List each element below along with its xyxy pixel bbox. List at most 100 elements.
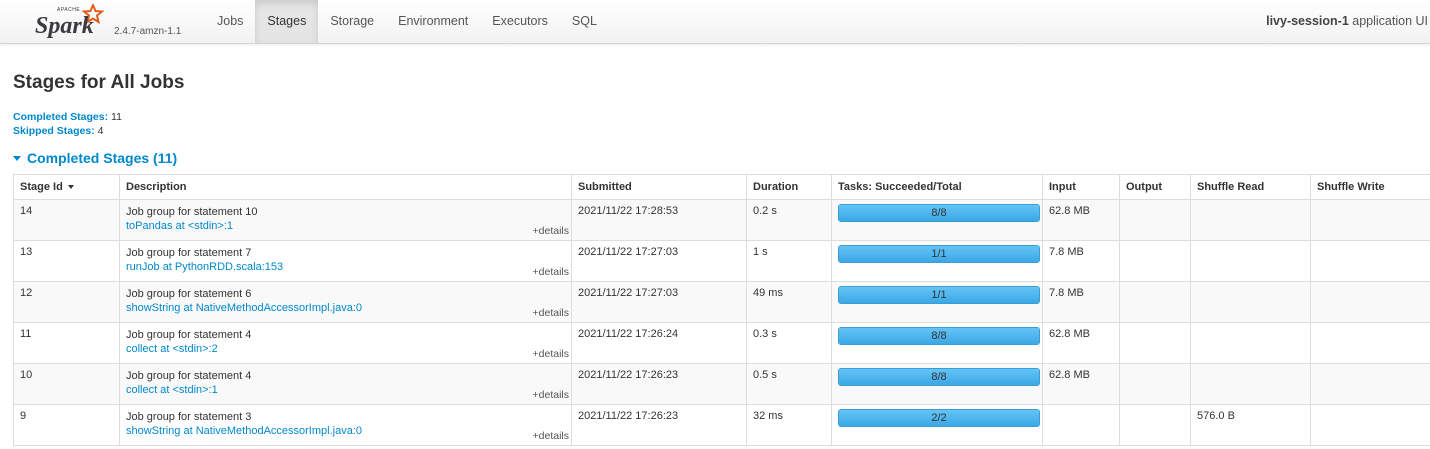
column-header-label: Input [1049,181,1076,193]
nav-tab-sql[interactable]: SQL [560,0,609,43]
stage-id-cell: 13 [13,240,120,282]
details-toggle[interactable]: +details [533,225,569,237]
task-progress-bar: 8/8 [838,204,1040,222]
shuffle-write-cell [1310,363,1430,405]
stage-link[interactable]: toPandas at <stdin>:1 [126,219,565,233]
table-body: 14 Job group for statement 10 toPandas at … [13,199,1430,446]
app-name: livy-session-1 [1266,14,1349,28]
tasks-count: 2/2 [931,412,947,424]
task-progress-bar: 1/1 [838,286,1040,304]
skipped-stages-count: 4 [97,125,104,137]
stage-id-cell: 10 [13,363,120,405]
spark-logo: APACHE Spark [35,4,105,38]
stage-link[interactable]: collect at <stdin>:1 [126,383,565,397]
table-row: 10 Job group for statement 4 collect at <s… [13,363,1430,405]
nav-tab-storage[interactable]: Storage [318,0,386,43]
duration-cell: 0.3 s [746,322,832,364]
spark-logo-link[interactable]: APACHE Spark 2.4.7-amzn-1.1 [33,2,183,42]
column-header-label: Output [1126,181,1163,193]
completed-stages-summary: Completed Stages: 11 [13,110,122,124]
nav-tab-environment[interactable]: Environment [386,0,480,43]
details-toggle[interactable]: +details [533,430,569,442]
column-header-tasks-succeeded-total[interactable]: Tasks: Succeeded/Total [831,174,1043,200]
column-header-description[interactable]: Description [119,174,572,200]
column-header-label: Shuffle Write [1317,181,1385,193]
column-header-input[interactable]: Input [1042,174,1120,200]
tasks-count: 1/1 [931,248,947,260]
input-cell [1042,404,1120,446]
details-toggle[interactable]: +details [533,348,569,360]
table-row: 9 Job group for statement 3 showString at … [13,404,1430,446]
description-cell: Job group for statement 10 toPandas at <s… [119,199,572,241]
submitted-cell: 2021/11/22 17:28:53 [571,199,747,241]
description-cell: Job group for statement 4 collect at <std… [119,322,572,364]
completed-stages-table: Stage Id Description Submitted Duration Task… [13,174,1430,446]
job-group-text: Job group for statement 10 [126,206,258,218]
stage-link[interactable]: collect at <stdin>:2 [126,342,565,356]
job-group-text: Job group for statement 7 [126,247,252,259]
stage-id-cell: 9 [13,404,120,446]
column-header-label: Tasks: Succeeded/Total [838,181,962,193]
sort-descending-icon [67,185,74,190]
tasks-cell: 8/8 [831,322,1043,364]
shuffle-read-cell: 576.0 B [1190,404,1311,446]
tasks-cell: 1/1 [831,240,1043,282]
column-header-duration[interactable]: Duration [746,174,832,200]
skipped-stages-link[interactable]: Skipped Stages: [13,125,95,137]
output-cell [1119,240,1191,282]
column-header-label: Submitted [578,181,632,193]
description-cell: Job group for statement 3 showString at N… [119,404,572,446]
output-cell [1119,404,1191,446]
stage-id-cell: 14 [13,199,120,241]
submitted-cell: 2021/11/22 17:26:24 [571,322,747,364]
column-header-output[interactable]: Output [1119,174,1191,200]
nav-tab-stages[interactable]: Stages [255,0,319,43]
column-header-label: Shuffle Read [1197,181,1265,193]
input-cell: 7.8 MB [1042,240,1120,282]
shuffle-read-cell [1190,322,1311,364]
output-cell [1119,322,1191,364]
details-toggle[interactable]: +details [533,307,569,319]
duration-cell: 1 s [746,240,832,282]
task-progress-bar: 8/8 [838,368,1040,386]
column-header-stage-id[interactable]: Stage Id [13,174,120,200]
tasks-count: 8/8 [931,330,947,342]
column-header-shuffle-read[interactable]: Shuffle Read [1190,174,1311,200]
stage-id-cell: 11 [13,322,120,364]
shuffle-read-cell [1190,281,1311,323]
details-toggle[interactable]: +details [533,266,569,278]
submitted-cell: 2021/11/22 17:27:03 [571,281,747,323]
stage-link[interactable]: showString at NativeMethodAccessorImpl.j… [126,424,565,438]
job-group-text: Job group for statement 4 [126,370,252,382]
application-title: livy-session-1 application UI [1266,0,1428,43]
shuffle-read-cell [1190,240,1311,282]
stage-summary: Completed Stages: 11 Skipped Stages: 4 [13,110,122,138]
shuffle-write-cell [1310,322,1430,364]
nav-tab-executors[interactable]: Executors [480,0,560,43]
stage-link[interactable]: runJob at PythonRDD.scala:153 [126,260,565,274]
duration-cell: 0.2 s [746,199,832,241]
table-row: 14 Job group for statement 10 toPandas at … [13,199,1430,241]
job-group-text: Job group for statement 4 [126,329,252,341]
tasks-cell: 1/1 [831,281,1043,323]
task-progress-bar: 8/8 [838,327,1040,345]
output-cell [1119,281,1191,323]
submitted-cell: 2021/11/22 17:26:23 [571,363,747,405]
output-cell [1119,363,1191,405]
input-cell: 62.8 MB [1042,199,1120,241]
tasks-count: 8/8 [931,371,947,383]
stage-link[interactable]: showString at NativeMethodAccessorImpl.j… [126,301,565,315]
skipped-stages-summary: Skipped Stages: 4 [13,124,122,138]
column-header-shuffle-write[interactable]: Shuffle Write [1310,174,1430,200]
job-group-text: Job group for statement 3 [126,411,252,423]
description-cell: Job group for statement 4 collect at <std… [119,363,572,405]
job-group-text: Job group for statement 6 [126,288,252,300]
task-progress-bar: 2/2 [838,409,1040,427]
submitted-cell: 2021/11/22 17:26:23 [571,404,747,446]
nav-tab-jobs[interactable]: Jobs [205,0,255,43]
table-row: 11 Job group for statement 4 collect at <s… [13,322,1430,364]
column-header-submitted[interactable]: Submitted [571,174,747,200]
details-toggle[interactable]: +details [533,389,569,401]
completed-stages-toggle[interactable]: Completed Stages (11) [13,150,177,166]
completed-stages-link[interactable]: Completed Stages: [13,111,108,123]
